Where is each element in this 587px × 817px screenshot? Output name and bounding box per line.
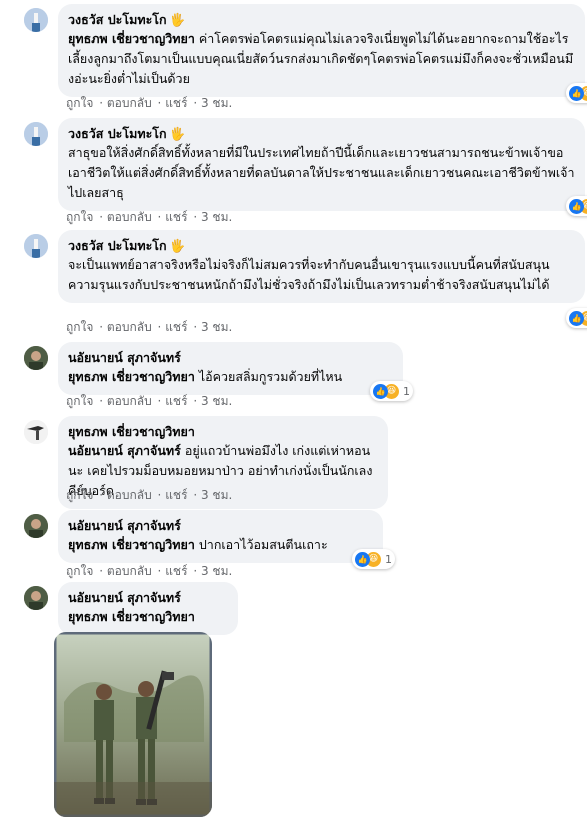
comment-author[interactable]: วงธวัส ปะโมทะโก xyxy=(68,12,167,27)
reaction-summary[interactable]: 👍 😆 1 xyxy=(352,549,395,569)
like-link[interactable]: ถูกใจ xyxy=(66,488,93,502)
timestamp[interactable]: 3 ชม. xyxy=(201,320,232,334)
like-link[interactable]: ถูกใจ xyxy=(66,394,93,408)
comment-author[interactable]: วงธวัส ปะโมทะโก xyxy=(68,238,167,253)
timestamp[interactable]: 3 ชม. xyxy=(201,96,232,110)
share-link[interactable]: แชร์ xyxy=(165,320,187,334)
like-link[interactable]: ถูกใจ xyxy=(66,564,93,578)
comment-author[interactable]: นอัยนายน์ สุภาจันทร์ xyxy=(68,517,373,534)
share-link[interactable]: แชร์ xyxy=(165,96,187,110)
mention-tag[interactable]: ยุทธภพ เชี่ยวชาญวิทยา xyxy=(68,31,195,46)
reaction-summary[interactable]: 👍😆 xyxy=(566,83,587,103)
timestamp[interactable]: 3 ชม. xyxy=(201,564,232,578)
reply-link[interactable]: ตอบกลับ xyxy=(107,564,152,578)
comment-text: ยุทธภพ เชี่ยวชาญวิทยา ค่าโคตรพ่อโคตรแม่ค… xyxy=(68,31,574,86)
avatar[interactable] xyxy=(24,514,48,538)
mention-tag[interactable]: นอัยนายน์ สุภาจันทร์ xyxy=(68,443,181,458)
comment-text: จะเป็นแพทย์อาสาจริงหรือไม่จริงก็ไม่สมควร… xyxy=(68,257,550,292)
share-link[interactable]: แชร์ xyxy=(165,210,187,224)
comment-author[interactable]: นอัยนายน์ สุภาจันทร์ xyxy=(68,349,393,366)
like-reaction-icon: 👍 xyxy=(569,85,584,101)
reply-link[interactable]: ตอบกลับ xyxy=(107,488,152,502)
comment-actions: ถูกใจ · ตอบกลับ · แชร์ · 3 ชม. xyxy=(66,394,233,408)
comment-actions: ถูกใจ · ตอบกลับ · แชร์ · 3 ชม. xyxy=(66,210,233,224)
comment-text: ยุทธภพ เชี่ยวชาญวิทยา ไอ้ควยสลิ่มกูรวมด้… xyxy=(68,369,343,384)
share-link[interactable]: แชร์ xyxy=(165,564,187,578)
comment-author[interactable]: นอัยนายน์ สุภาจันทร์ xyxy=(68,589,228,606)
comment-actions: ถูกใจ · ตอบกลับ · แชร์ · 3 ชม. xyxy=(66,488,233,502)
reply-link[interactable]: ตอบกลับ xyxy=(107,394,152,408)
like-reaction-icon: 👍 xyxy=(373,383,388,399)
like-link[interactable]: ถูกใจ xyxy=(66,210,93,224)
comment-bubble: นอัยนายน์ สุภาจันทร์ ยุทธภพ เชี่ยวชาญวิท… xyxy=(58,342,403,395)
avatar[interactable] xyxy=(24,420,48,444)
avatar[interactable] xyxy=(24,586,48,610)
comment-bubble: นอัยนายน์ สุภาจันทร์ ยุทธภพ เชี่ยวชาญวิท… xyxy=(58,510,383,563)
reply-link[interactable]: ตอบกลับ xyxy=(107,210,152,224)
comment-photo[interactable] xyxy=(54,632,212,817)
mention-tag[interactable]: ยุทธภพ เชี่ยวชาญวิทยา xyxy=(68,537,195,552)
reaction-count: 1 xyxy=(385,552,392,566)
reaction-summary[interactable]: 👍 😆 1 xyxy=(370,381,413,401)
share-link[interactable]: แชร์ xyxy=(165,488,187,502)
reply-link[interactable]: ตอบกลับ xyxy=(107,320,152,334)
comment-text: สาธุขอให้สิ่งศักดิ์สิทธิ์ทั้งหลายที่มีใน… xyxy=(68,145,575,200)
timestamp[interactable]: 3 ชม. xyxy=(201,210,232,224)
comment-text: ยุทธภพ เชี่ยวชาญวิทยา xyxy=(68,607,228,627)
reaction-summary[interactable]: 👍😆 xyxy=(566,196,587,216)
mention-tag[interactable]: ยุทธภพ เชี่ยวชาญวิทยา xyxy=(68,369,195,384)
like-link[interactable]: ถูกใจ xyxy=(66,96,93,110)
waving-hand-icon: 🖐 xyxy=(169,12,186,27)
like-reaction-icon: 👍 xyxy=(569,198,584,214)
timestamp[interactable]: 3 ชม. xyxy=(201,394,232,408)
avatar[interactable] xyxy=(24,122,48,146)
reaction-summary[interactable]: 👍😆 xyxy=(566,308,587,328)
timestamp[interactable]: 3 ชม. xyxy=(201,488,232,502)
comment-author[interactable]: วงธวัส ปะโมทะโก xyxy=(68,126,167,141)
comment-actions: ถูกใจ · ตอบกลับ · แชร์ · 3 ชม. xyxy=(66,320,233,334)
comment-author[interactable]: ยุทธภพ เชี่ยวชาญวิทยา xyxy=(68,423,378,440)
avatar[interactable] xyxy=(24,234,48,258)
mention-tag[interactable]: ยุทธภพ เชี่ยวชาญวิทยา xyxy=(68,609,195,624)
waving-hand-icon: 🖐 xyxy=(169,126,186,141)
comment-text: ยุทธภพ เชี่ยวชาญวิทยา ปากเอาไว้อมสนตีนเถ… xyxy=(68,537,328,552)
avatar[interactable] xyxy=(24,8,48,32)
comment-bubble: วงธวัส ปะโมทะโก 🖐 ยุทธภพ เชี่ยวชาญวิทยา ค… xyxy=(58,4,585,97)
share-link[interactable]: แชร์ xyxy=(165,394,187,408)
comment-bubble: วงธวัส ปะโมทะโก 🖐 สาธุขอให้สิ่งศักดิ์สิทธ… xyxy=(58,118,585,211)
avatar[interactable] xyxy=(24,346,48,370)
like-reaction-icon: 👍 xyxy=(569,310,584,326)
comment-actions: ถูกใจ · ตอบกลับ · แชร์ · 3 ชม. xyxy=(66,96,233,110)
waving-hand-icon: 🖐 xyxy=(169,238,186,253)
reply-link[interactable]: ตอบกลับ xyxy=(107,96,152,110)
like-reaction-icon: 👍 xyxy=(355,551,370,567)
like-link[interactable]: ถูกใจ xyxy=(66,320,93,334)
comment-bubble: วงธวัส ปะโมทะโก 🖐 จะเป็นแพทย์อาสาจริงหรือ… xyxy=(58,230,585,303)
comment-bubble: นอัยนายน์ สุภาจันทร์ ยุทธภพ เชี่ยวชาญวิท… xyxy=(58,582,238,635)
comment-actions: ถูกใจ · ตอบกลับ · แชร์ · 3 ชม. xyxy=(66,564,233,578)
reaction-count: 1 xyxy=(403,384,410,398)
